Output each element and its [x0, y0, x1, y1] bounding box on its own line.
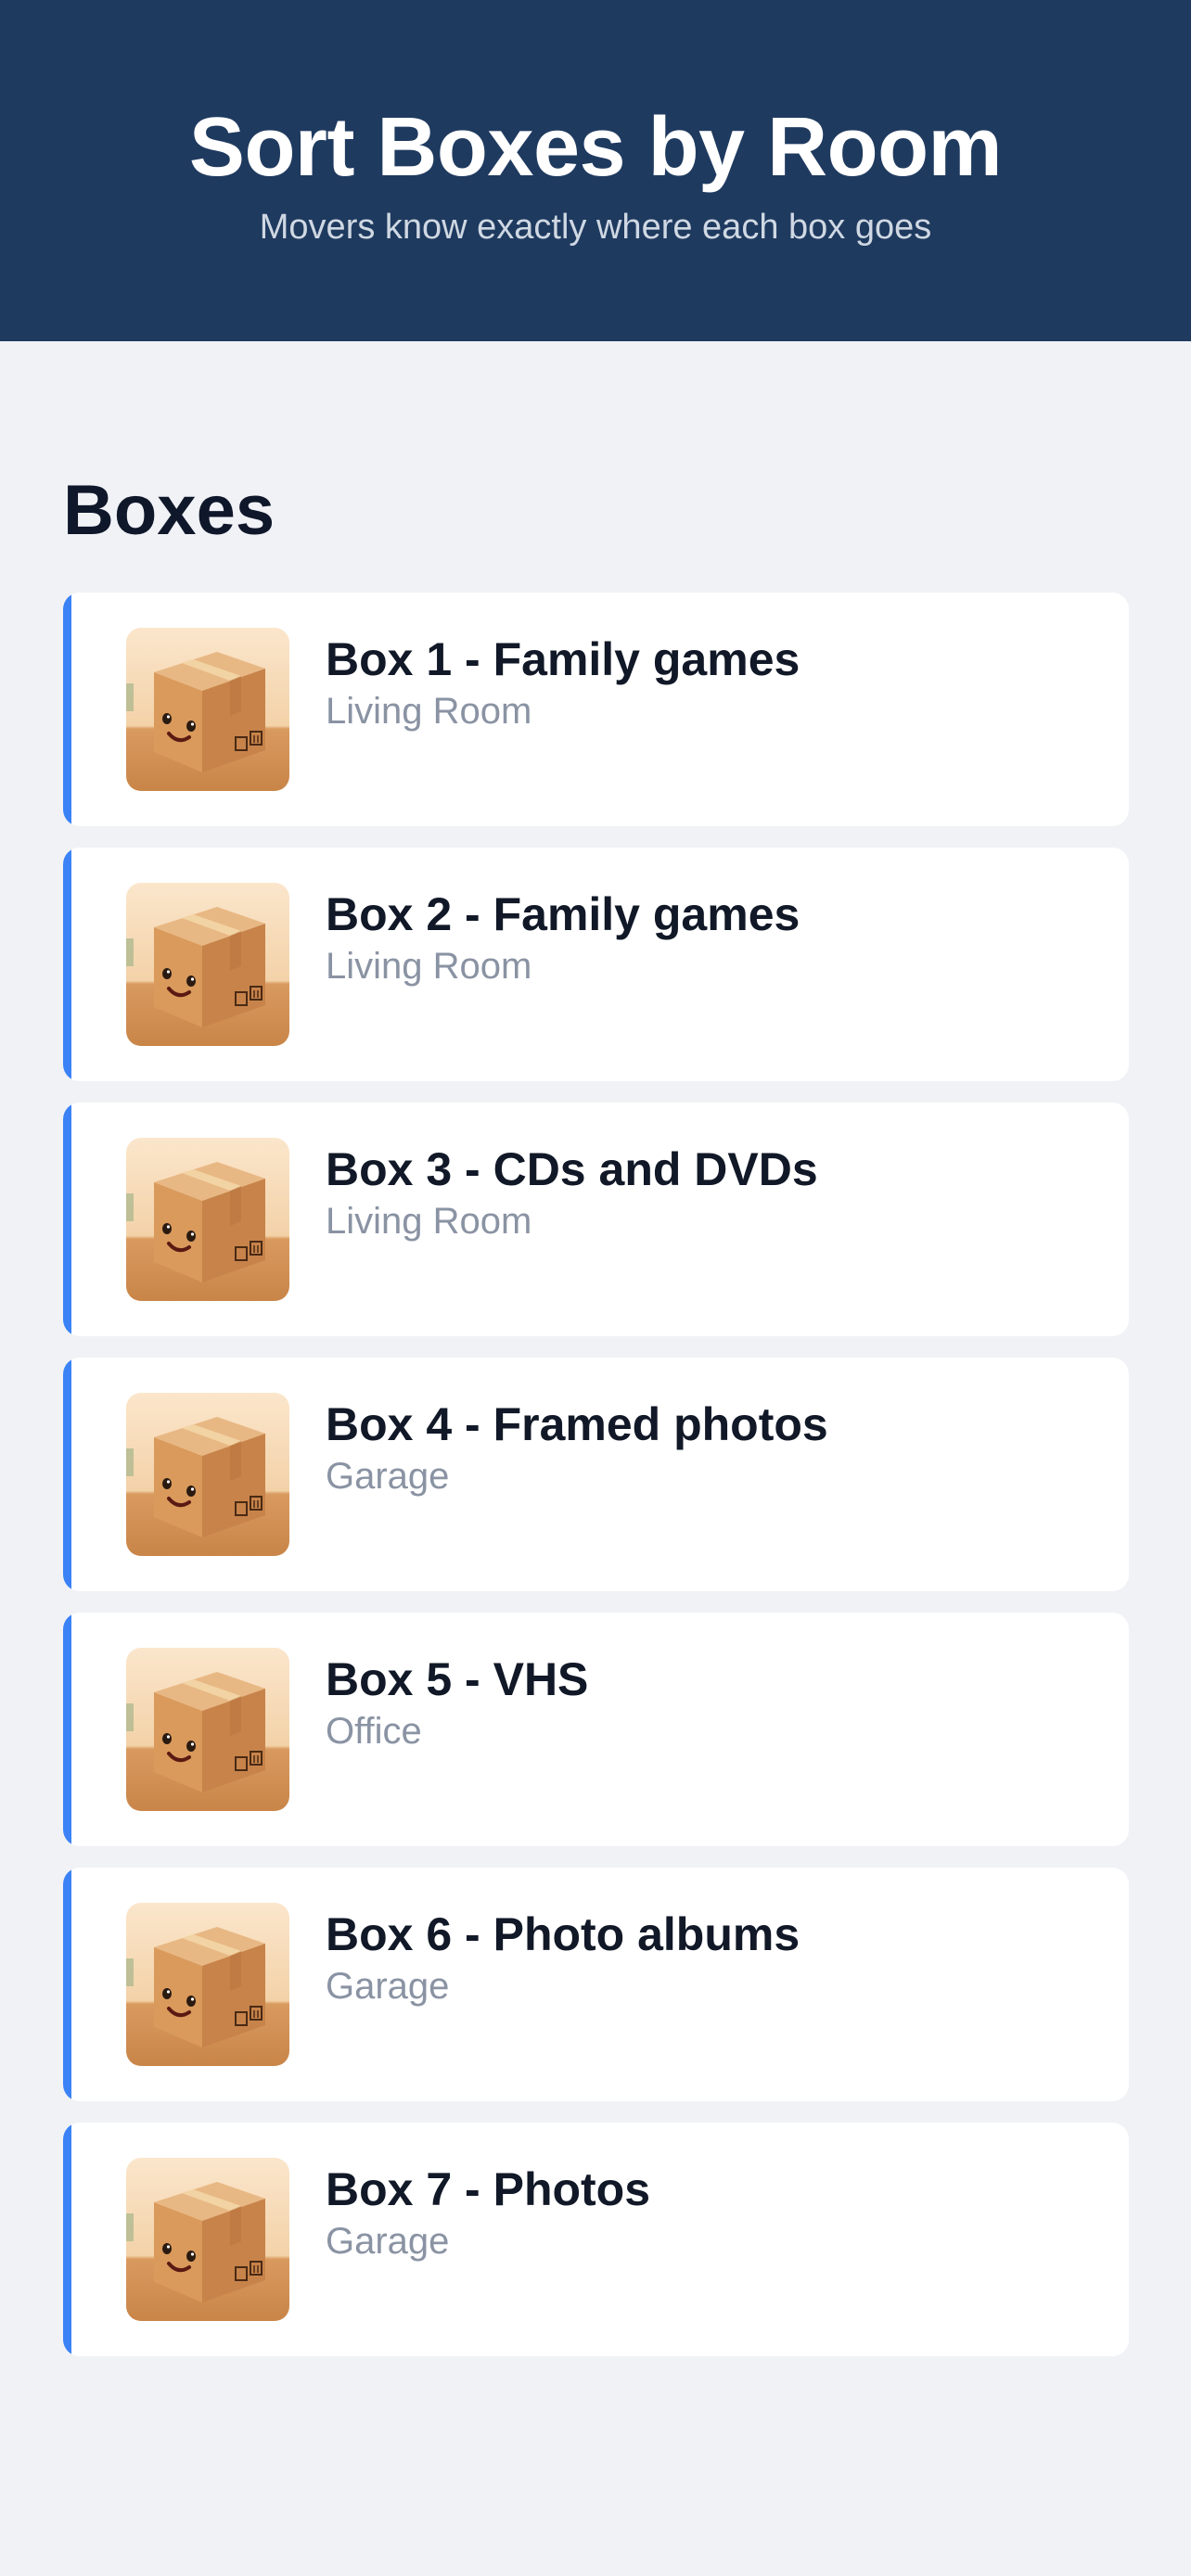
box-card[interactable]: Box 7 - Photos Garage [63, 2123, 1129, 2356]
box-title: Box 2 - Family games [326, 888, 800, 940]
box-card[interactable]: Box 5 - VHS Office [63, 1613, 1129, 1846]
box-card[interactable]: Box 2 - Family games Living Room [63, 848, 1129, 1081]
box-title: Box 1 - Family games [326, 633, 800, 685]
box-title: Box 3 - CDs and DVDs [326, 1143, 818, 1195]
cardboard-box-icon [126, 2158, 289, 2321]
cardboard-box-icon [126, 1648, 289, 1811]
box-room: Living Room [326, 691, 532, 732]
page-subtitle: Movers know exactly where each box goes [259, 208, 932, 247]
page-title: Sort Boxes by Room [188, 101, 1003, 194]
box-title: Box 5 - VHS [326, 1653, 589, 1705]
box-room: Living Room [326, 1201, 532, 1242]
box-card[interactable]: Box 3 - CDs and DVDs Living Room [63, 1103, 1129, 1336]
box-room: Garage [326, 2221, 450, 2262]
box-title: Box 6 - Photo albums [326, 1908, 800, 1960]
box-list: Box 1 - Family games Living Room Box 2 -… [63, 593, 1129, 2378]
cardboard-box-icon [126, 1903, 289, 2066]
box-title: Box 4 - Framed photos [326, 1398, 828, 1450]
box-card[interactable]: Box 4 - Framed photos Garage [63, 1358, 1129, 1591]
box-room: Office [326, 1711, 422, 1752]
box-room: Living Room [326, 946, 532, 987]
cardboard-box-icon [126, 1138, 289, 1301]
box-room: Garage [326, 1456, 450, 1497]
app-header: Sort Boxes by Room Movers know exactly w… [0, 0, 1191, 341]
box-card[interactable]: Box 6 - Photo albums Garage [63, 1868, 1129, 2101]
cardboard-box-icon [126, 1393, 289, 1556]
cardboard-box-icon [126, 628, 289, 791]
cardboard-box-icon [126, 883, 289, 1046]
section-title: Boxes [63, 471, 275, 550]
box-room: Garage [326, 1966, 450, 2007]
box-title: Box 7 - Photos [326, 2163, 651, 2215]
box-card[interactable]: Box 1 - Family games Living Room [63, 593, 1129, 826]
